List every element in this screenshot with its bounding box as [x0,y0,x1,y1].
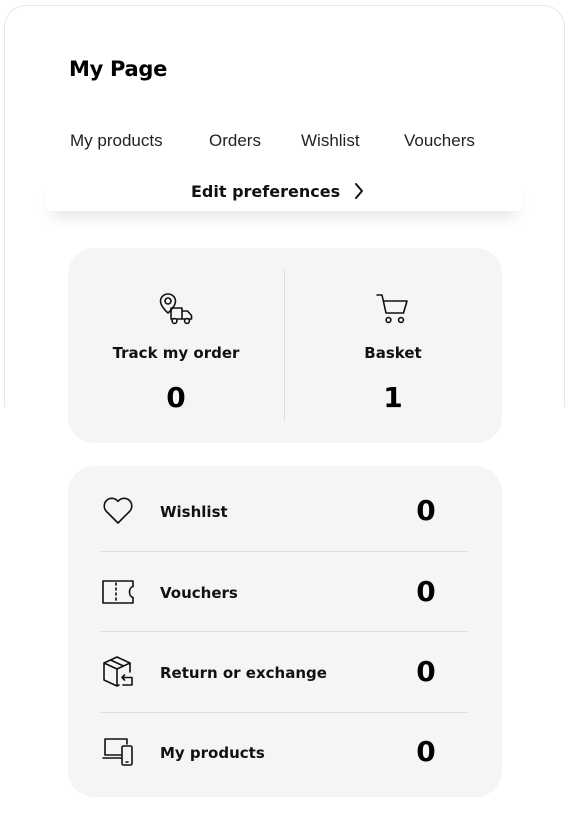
my-products-label: My products [160,744,265,762]
return-or-exchange-count: 0 [416,655,436,688]
tab-wishlist[interactable]: Wishlist [301,131,360,151]
tab-vouchers[interactable]: Vouchers [404,131,475,151]
track-my-order-count: 0 [166,381,186,414]
vouchers-label: Vouchers [160,584,238,602]
wishlist-label: Wishlist [160,503,228,521]
tab-orders[interactable]: Orders [209,131,261,151]
chevron-right-icon [354,182,364,200]
track-my-order-tile[interactable]: Track my order 0 [68,248,284,443]
basket-label: Basket [364,344,422,362]
heart-icon [101,494,135,528]
wishlist-count: 0 [416,494,436,527]
page-title: My Page [69,57,168,81]
edit-preferences-label: Edit preferences [191,181,341,201]
ticket-icon [101,575,135,609]
tab-my-products[interactable]: My products [70,131,163,151]
vouchers-count: 0 [416,575,436,608]
return-or-exchange-label: Return or exchange [160,664,327,682]
edit-preferences-link[interactable]: Edit preferences [191,180,364,202]
basket-count: 1 [383,381,403,414]
shopping-cart-icon [285,292,501,326]
account-list-card: Wishlist 0 Vouchers 0 Return or exchange… [68,466,502,797]
track-my-order-label: Track my order [112,344,240,362]
devices-icon [101,735,135,769]
list-item-vouchers[interactable]: Vouchers 0 [101,551,467,631]
list-item-my-products[interactable]: My products 0 [101,711,467,791]
delivery-truck-location-icon [68,292,284,326]
my-products-count: 0 [416,735,436,768]
basket-tile[interactable]: Basket 1 [285,248,501,443]
order-summary-card: Track my order 0 Basket 1 [68,248,502,443]
list-item-return-or-exchange[interactable]: Return or exchange 0 [101,631,467,711]
list-item-wishlist[interactable]: Wishlist 0 [101,470,467,550]
box-return-icon [101,655,135,689]
